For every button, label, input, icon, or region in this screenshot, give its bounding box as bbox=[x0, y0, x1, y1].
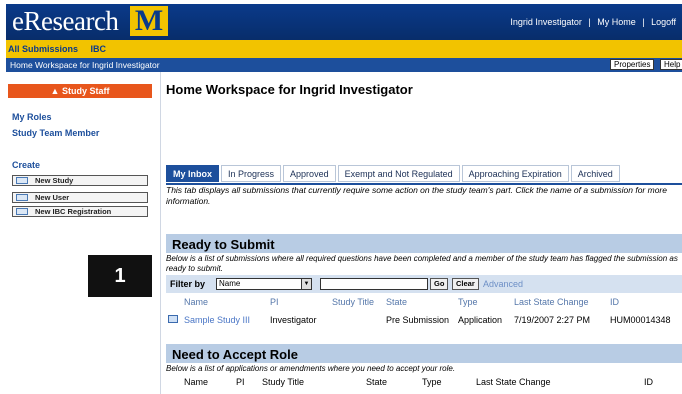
tab-archived[interactable]: Archived bbox=[570, 165, 620, 182]
top-nav: All Submissions IBC bbox=[6, 40, 682, 58]
page-title: Home Workspace for Ingrid Investigator bbox=[166, 82, 413, 97]
home-icon: ▲ bbox=[50, 86, 62, 96]
filter-text-input[interactable] bbox=[320, 278, 428, 290]
user-icon bbox=[16, 194, 28, 201]
study-name-link[interactable]: Sample Study III bbox=[184, 315, 250, 325]
study-icon bbox=[16, 177, 28, 184]
tab-approaching-expiration[interactable]: Approaching Expiration bbox=[461, 165, 569, 182]
filter-select-value: Name bbox=[219, 279, 241, 288]
new-study-button[interactable]: New Study bbox=[12, 175, 148, 186]
column-header-pi[interactable]: PI bbox=[236, 377, 245, 387]
clear-button[interactable]: Clear bbox=[452, 278, 479, 290]
app-logo[interactable]: eResearch bbox=[12, 6, 119, 37]
user-links: Ingrid Investigator | My Home | Logoff bbox=[508, 17, 678, 27]
column-header-type[interactable]: Type bbox=[422, 377, 442, 387]
workspace-tabs: My Inbox In Progress Approved Exempt and No… bbox=[166, 165, 622, 182]
help-button[interactable]: Help bbox=[660, 59, 682, 70]
column-header-last-state-change[interactable]: Last State Change bbox=[514, 297, 589, 307]
role-link-study-team-member[interactable]: Study Team Member bbox=[12, 128, 99, 138]
ready-to-submit-description: Below is a list of submissions where all… bbox=[166, 254, 678, 273]
user-name-link[interactable]: Ingrid Investigator bbox=[510, 17, 582, 27]
application-window: eResearch M Ingrid Investigator | My Hom… bbox=[0, 0, 682, 394]
separator: | bbox=[588, 17, 591, 27]
tab-exempt[interactable]: Exempt and Not Regulated bbox=[337, 165, 460, 182]
study-staff-label: Study Staff bbox=[61, 86, 110, 96]
logoff-link[interactable]: Logoff bbox=[651, 17, 676, 27]
breadcrumb-text: Home Workspace for Ingrid Investigator bbox=[10, 60, 160, 70]
row-id: HUM00014348 bbox=[610, 315, 671, 325]
chevron-down-icon: ▼ bbox=[301, 279, 311, 289]
go-button[interactable]: Go bbox=[430, 278, 449, 290]
column-header-last-state-change[interactable]: Last State Change bbox=[476, 377, 551, 387]
callout-number-box: 1 bbox=[88, 255, 152, 297]
new-study-label: New Study bbox=[35, 176, 74, 185]
row-pi: Investigator bbox=[270, 315, 317, 325]
properties-button[interactable]: Properties bbox=[610, 59, 655, 70]
column-header-state[interactable]: State bbox=[366, 377, 387, 387]
new-ibc-label: New IBC Registration bbox=[35, 207, 112, 216]
need-to-accept-role-description: Below is a list of applications or amend… bbox=[166, 364, 456, 373]
tab-my-inbox[interactable]: My Inbox bbox=[166, 165, 220, 182]
accept-table-header: Name PI Study Title State Type Last Stat… bbox=[166, 375, 682, 389]
study-icon bbox=[168, 315, 178, 323]
separator: | bbox=[642, 17, 645, 27]
new-user-button[interactable]: New User bbox=[12, 192, 148, 203]
ready-to-submit-heading: Ready to Submit bbox=[166, 234, 682, 253]
column-header-pi[interactable]: PI bbox=[270, 297, 279, 307]
filter-label: Filter by bbox=[170, 279, 206, 289]
breadcrumb: Home Workspace for Ingrid Investigator bbox=[6, 58, 682, 72]
column-header-name[interactable]: Name bbox=[184, 297, 208, 307]
column-header-id[interactable]: ID bbox=[644, 377, 653, 387]
row-state: Pre Submission bbox=[386, 315, 450, 325]
divider bbox=[160, 72, 161, 394]
row-last-state-change: 7/19/2007 2:27 PM bbox=[514, 315, 591, 325]
column-header-study-title[interactable]: Study Title bbox=[262, 377, 304, 387]
study-staff-button[interactable]: ▲ Study Staff bbox=[8, 84, 152, 98]
table-row: Sample Study III Investigator Pre Submis… bbox=[166, 313, 682, 327]
logo-mark: M bbox=[130, 6, 168, 36]
column-header-name[interactable]: Name bbox=[184, 377, 208, 387]
my-roles-heading: My Roles bbox=[12, 112, 52, 122]
filter-bar: Filter by Name ▼ Go Clear Advanced bbox=[166, 275, 682, 293]
nav-tab-all-submissions[interactable]: All Submissions bbox=[6, 40, 78, 54]
new-user-label: New User bbox=[35, 193, 70, 202]
need-to-accept-role-heading: Need to Accept Role bbox=[166, 344, 682, 363]
tab-in-progress[interactable]: In Progress bbox=[221, 165, 282, 182]
my-home-link[interactable]: My Home bbox=[597, 17, 636, 27]
registration-icon bbox=[16, 208, 28, 215]
tab-approved[interactable]: Approved bbox=[283, 165, 336, 182]
advanced-link[interactable]: Advanced bbox=[483, 279, 523, 289]
create-heading: Create bbox=[12, 160, 41, 170]
nav-tab-ibc[interactable]: IBC bbox=[89, 40, 107, 54]
row-type: Application bbox=[458, 315, 503, 325]
ready-table-header: Name PI Study Title State Type Last Stat… bbox=[166, 295, 682, 309]
column-header-type[interactable]: Type bbox=[458, 297, 478, 307]
top-header: eResearch M Ingrid Investigator | My Hom… bbox=[6, 4, 682, 40]
tab-description: This tab displays all submissions that c… bbox=[166, 185, 667, 206]
filter-select[interactable]: Name ▼ bbox=[216, 278, 312, 290]
new-ibc-registration-button[interactable]: New IBC Registration bbox=[12, 206, 148, 217]
column-header-state[interactable]: State bbox=[386, 297, 407, 307]
column-header-study-title[interactable]: Study Title bbox=[332, 297, 374, 307]
column-header-id[interactable]: ID bbox=[610, 297, 619, 307]
